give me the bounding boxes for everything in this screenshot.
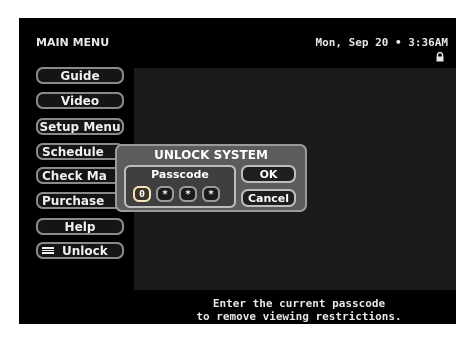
menu-item-label: Help	[64, 219, 96, 234]
menu-item-label: Purchase	[42, 193, 105, 208]
menu-video-button[interactable]: Video	[36, 92, 124, 109]
menu-check-button[interactable]: Check Ma	[36, 167, 124, 184]
menu-help-button[interactable]: Help	[36, 218, 124, 235]
passcode-label: Passcode	[151, 168, 209, 181]
help-text-line-1: Enter the current passcode	[212, 297, 386, 310]
menu-setup-button[interactable]: Setup Menu	[36, 118, 124, 135]
ok-button[interactable]: OK	[241, 165, 296, 183]
menu-item-label: Setup Menu	[39, 119, 121, 134]
menu-purchase-button[interactable]: Purchase	[36, 192, 124, 209]
menu-item-label: Check Ma	[42, 168, 107, 183]
cancel-button[interactable]: Cancel	[241, 189, 296, 207]
menu-item-label: Unlock	[62, 243, 108, 258]
help-text-line-2: to remove viewing restrictions.	[196, 310, 402, 323]
menu-item-label: Video	[60, 93, 100, 108]
passcode-digit-1[interactable]: 0	[133, 186, 151, 202]
menu-item-label: Schedule	[42, 144, 104, 159]
passcode-group: Passcode 0 * * *	[124, 165, 236, 208]
date-time: Mon, Sep 20 • 3:36AM	[315, 36, 448, 49]
dialog-title: UNLOCK SYSTEM	[154, 148, 268, 162]
unlock-dialog: UNLOCK SYSTEM Passcode 0 * * * OK Cancel	[115, 144, 307, 212]
passcode-digit-2[interactable]: *	[156, 186, 174, 202]
passcode-digit-3[interactable]: *	[179, 186, 197, 202]
menu-unlock-button[interactable]: Unlock	[36, 242, 124, 259]
tv-screen: MAIN MENU Mon, Sep 20 • 3:36AM Guide Vid…	[19, 18, 456, 324]
page-title: MAIN MENU	[36, 36, 110, 49]
menu-item-label: Guide	[60, 68, 100, 83]
menu-schedule-button[interactable]: Schedule	[36, 143, 124, 160]
lock-icon	[436, 52, 444, 62]
passcode-digit-4[interactable]: *	[202, 186, 220, 202]
help-text: Enter the current passcode to remove vie…	[169, 297, 429, 323]
menu-guide-button[interactable]: Guide	[36, 67, 124, 84]
unlock-icon	[42, 247, 54, 254]
